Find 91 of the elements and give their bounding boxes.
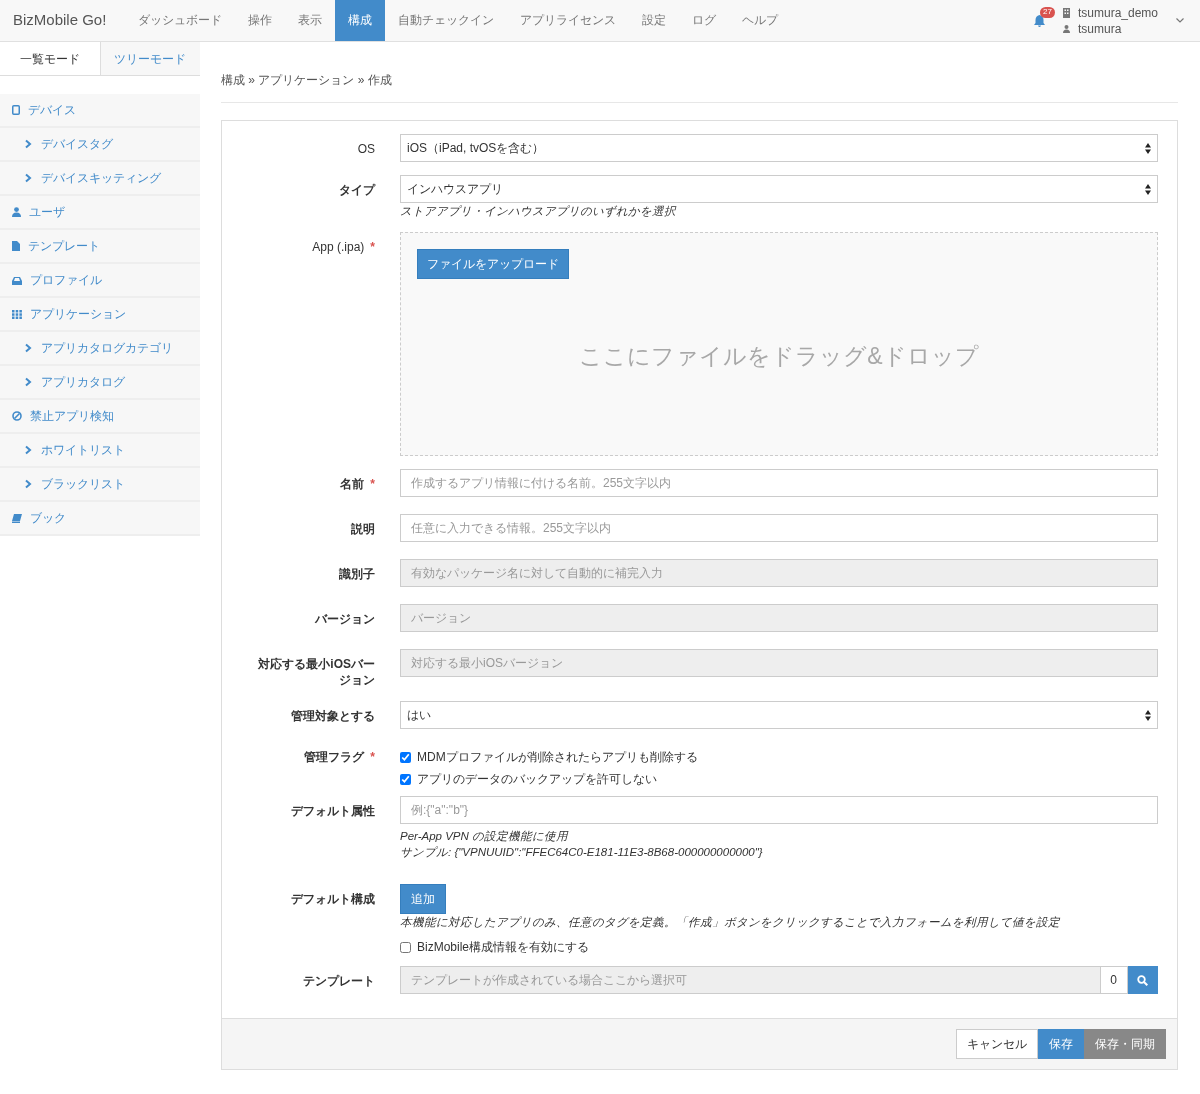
field-label: テンプレート bbox=[303, 974, 375, 988]
bell-icon bbox=[1033, 14, 1045, 27]
drop-hint: ここにファイルをドラッグ&ドロップ bbox=[578, 342, 980, 371]
select-arrows-icon bbox=[1145, 183, 1151, 195]
field-label: OS bbox=[357, 142, 375, 156]
field-label: 管理対象とする bbox=[291, 709, 375, 723]
document-icon bbox=[12, 241, 20, 251]
field-label: App (.ipa) bbox=[312, 240, 365, 254]
nav-tab[interactable]: ダッシュボード bbox=[125, 0, 236, 41]
nav-tab[interactable]: 構成 bbox=[335, 0, 386, 41]
select-field[interactable]: インハウスアプリ bbox=[400, 175, 1158, 203]
sidebar-item[interactable]: デバイス bbox=[0, 94, 200, 128]
nav-tab[interactable]: ログ bbox=[679, 0, 730, 41]
user-icon bbox=[12, 207, 21, 217]
checkbox-label: BizMobile構成情報を有効にする bbox=[417, 939, 590, 956]
checkbox[interactable] bbox=[400, 941, 411, 953]
checkbox[interactable] bbox=[400, 751, 411, 763]
required-mark: * bbox=[370, 240, 375, 254]
text-field[interactable]: 例:{"a":"b"} bbox=[400, 796, 1158, 824]
help-text: 本機能に対応したアプリのみ、任意のタグを定義。「作成」ボタンをクリックすることで入力フォームを利用して値を設定 bbox=[400, 915, 1061, 930]
sidebar-item[interactable]: テンプレート bbox=[0, 230, 200, 264]
select-arrows-icon bbox=[1145, 709, 1151, 721]
search-button[interactable] bbox=[1127, 966, 1158, 994]
organization-name: tsumura_demo bbox=[1077, 4, 1158, 21]
chevron-icon bbox=[25, 139, 32, 149]
select-field[interactable]: iOS（iPad, tvOSを含む） bbox=[400, 134, 1158, 162]
sidebar-tab[interactable]: ツリーモード bbox=[100, 42, 200, 76]
chevron-icon bbox=[25, 173, 32, 183]
help-text: サンプル: {"VPNUUID":"FFEC64C0-E181-11E3-8B68-000000000000"} bbox=[400, 845, 764, 860]
sidebar-item[interactable]: ユーザ bbox=[0, 196, 200, 230]
sidebar-item[interactable]: アプリケーション bbox=[0, 298, 200, 332]
notification-badge: 27 bbox=[1039, 7, 1055, 18]
text-field[interactable]: 作成するアプリ情報に付ける名前。255文字以内 bbox=[400, 469, 1158, 497]
template-count: 0 bbox=[1100, 966, 1128, 994]
field-label: 説明 bbox=[351, 522, 375, 536]
nav-tab[interactable]: 設定 bbox=[629, 0, 680, 41]
field-label: デフォルト構成 bbox=[291, 892, 375, 906]
breadcrumb: 構成 » アプリケーション » 作成 bbox=[221, 42, 1178, 103]
chevron-down-icon bbox=[1176, 18, 1184, 23]
required-mark: * bbox=[370, 750, 375, 764]
nav-tab[interactable]: アプリライセンス bbox=[507, 0, 630, 41]
chevron-icon bbox=[25, 479, 32, 489]
field-label: 管理フラグ bbox=[304, 750, 365, 764]
field-label: バージョン bbox=[315, 612, 375, 626]
sidebar-item[interactable]: ブラックリスト bbox=[0, 468, 200, 502]
nav-tab[interactable]: 自動チェックイン bbox=[385, 0, 508, 41]
checkbox[interactable] bbox=[400, 773, 411, 785]
field-label: 識別子 bbox=[339, 567, 375, 581]
footer-button[interactable]: 保存 bbox=[1038, 1029, 1084, 1059]
help-text: Per-App VPN の設定機能に使用 bbox=[400, 829, 570, 844]
required-mark: * bbox=[370, 477, 375, 491]
add-button[interactable]: 追加 bbox=[400, 884, 446, 914]
select-field[interactable]: はい bbox=[400, 701, 1158, 729]
checkbox-label: アプリのデータのバックアップを許可しない bbox=[417, 771, 657, 788]
sidebar-tab[interactable]: 一覧モード bbox=[0, 42, 101, 76]
footer-button[interactable]: 保存・同期 bbox=[1084, 1029, 1166, 1059]
sidebar-item[interactable]: アプリカタログ bbox=[0, 366, 200, 400]
nav-tab[interactable]: 表示 bbox=[285, 0, 336, 41]
grid-icon bbox=[12, 309, 22, 319]
building-icon bbox=[1062, 7, 1070, 18]
nav-tab[interactable]: 操作 bbox=[235, 0, 286, 41]
sidebar-item[interactable]: ブック bbox=[0, 502, 200, 536]
text-field[interactable]: 任意に入力できる情報。255文字以内 bbox=[400, 514, 1158, 542]
field-label: 対応する最小iOSバージョン bbox=[258, 657, 375, 687]
user-name: tsumura bbox=[1077, 20, 1122, 37]
field-label: デフォルト属性 bbox=[291, 804, 375, 818]
sidebar-item[interactable]: デバイスタグ bbox=[0, 128, 200, 162]
upload-button[interactable]: ファイルをアップロード bbox=[417, 249, 569, 279]
nav-tab[interactable]: ヘルプ bbox=[729, 0, 792, 41]
tray-icon bbox=[12, 275, 22, 285]
brand-logo[interactable]: BizMobile Go! bbox=[0, 0, 120, 41]
ban-icon bbox=[12, 411, 22, 421]
sidebar-item[interactable]: 禁止アプリ検知 bbox=[0, 400, 200, 434]
chevron-icon bbox=[25, 343, 32, 353]
tablet-icon bbox=[12, 105, 20, 115]
help-text: ストアアプリ・インハウスアプリのいずれかを選択 bbox=[400, 204, 678, 219]
sidebar-item[interactable]: アプリカタログカテゴリ bbox=[0, 332, 200, 366]
sidebar-item[interactable]: ホワイトリスト bbox=[0, 434, 200, 468]
user-icon bbox=[1062, 24, 1070, 33]
drop-zone[interactable]: ファイルをアップロード ここにファイルをドラッグ&ドロップ bbox=[400, 232, 1158, 456]
book-icon bbox=[12, 513, 22, 523]
search-icon bbox=[1137, 974, 1149, 986]
field-label: タイプ bbox=[339, 183, 375, 197]
chevron-icon bbox=[25, 377, 32, 387]
checkbox-label: MDMプロファイルが削除されたらアプリも削除する bbox=[417, 749, 698, 766]
field-label: 名前 bbox=[340, 477, 365, 491]
select-arrows-icon bbox=[1145, 142, 1151, 154]
sidebar-item[interactable]: プロファイル bbox=[0, 264, 200, 298]
footer-button[interactable]: キャンセル bbox=[956, 1029, 1038, 1059]
chevron-icon bbox=[25, 445, 32, 455]
sidebar-item[interactable]: デバイスキッティング bbox=[0, 162, 200, 196]
